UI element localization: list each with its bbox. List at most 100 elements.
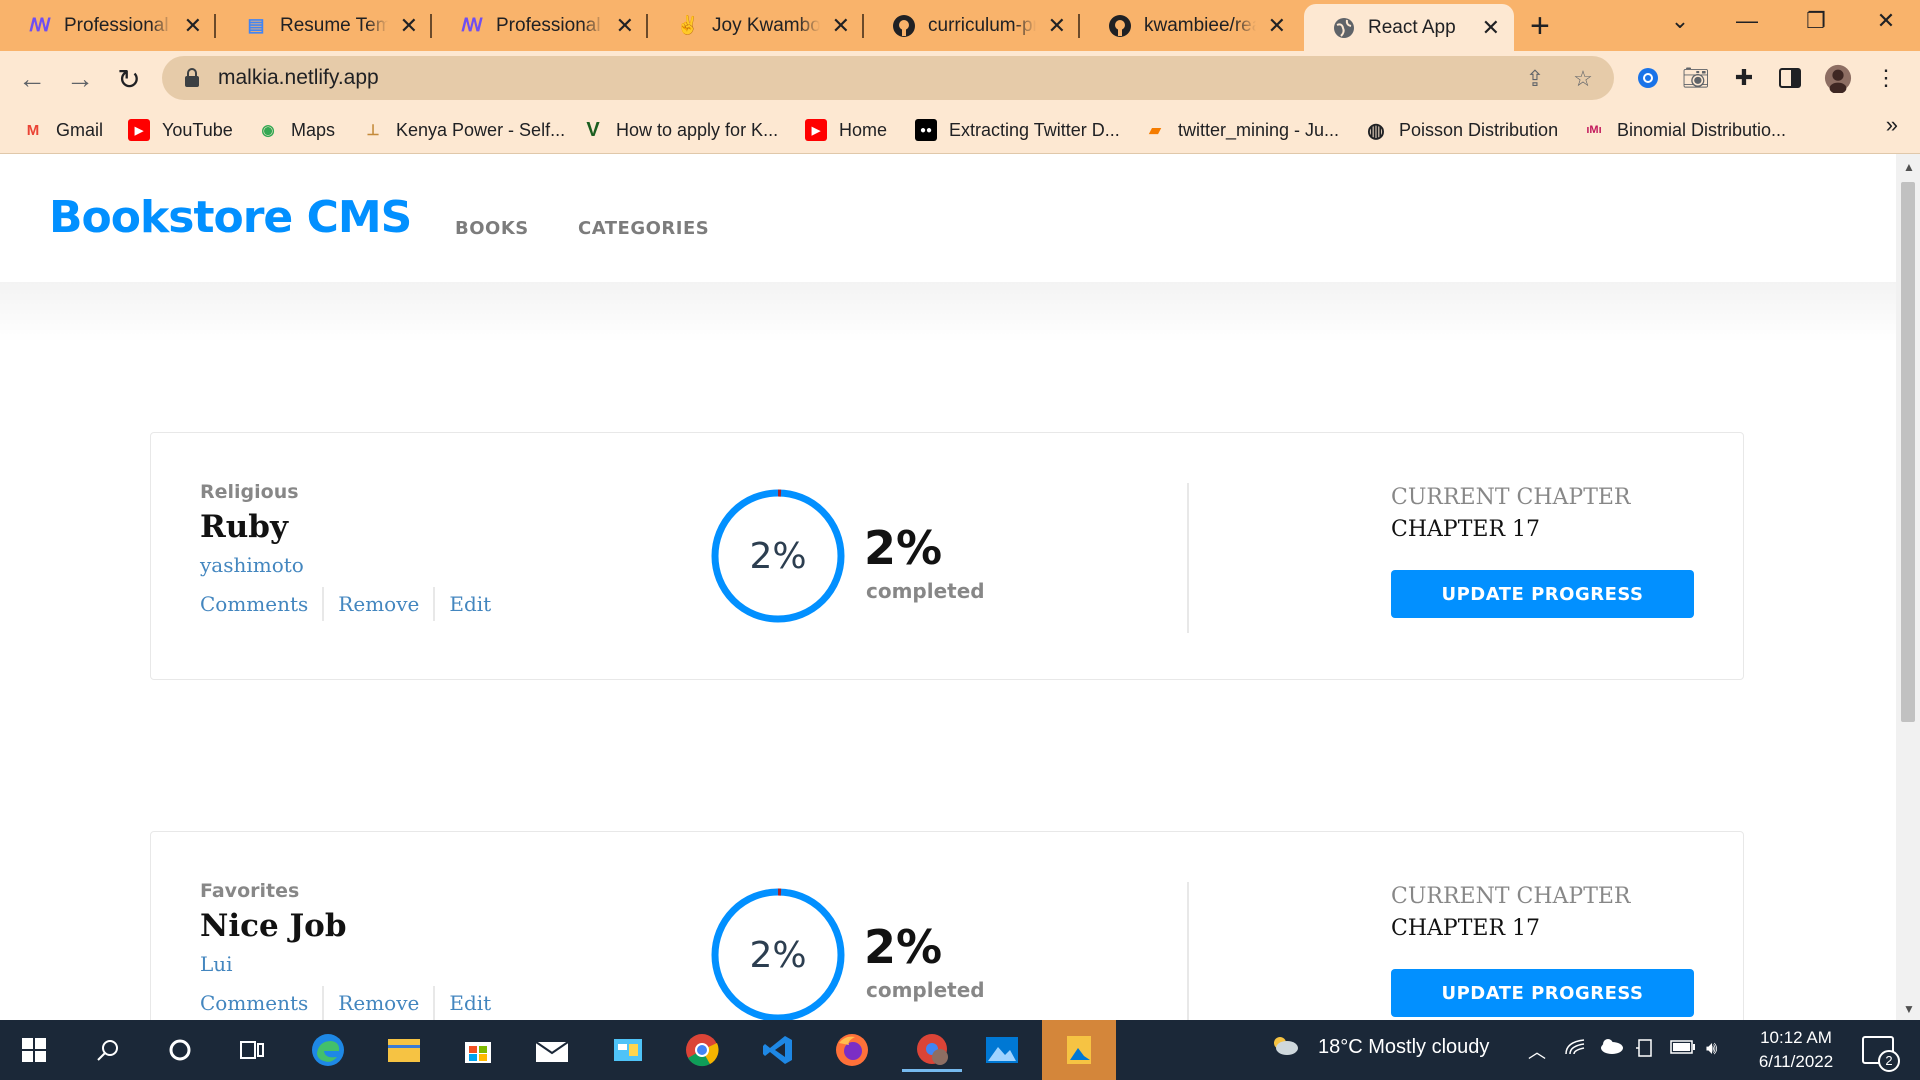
cortana-icon[interactable]: [158, 1028, 202, 1072]
bookmark-how-to-apply[interactable]: V How to apply for K...: [582, 116, 778, 144]
bookmark-gmail[interactable]: M Gmail: [22, 116, 103, 144]
browser-tab[interactable]: curriculum-pro ✕: [864, 0, 1080, 51]
battery-icon[interactable]: [1670, 1038, 1696, 1059]
share-icon[interactable]: ⇪: [1522, 66, 1548, 92]
reload-icon[interactable]: ↻: [113, 63, 145, 95]
forward-arrow-icon[interactable]: →: [64, 63, 96, 95]
firefox-icon[interactable]: [830, 1028, 874, 1072]
volume-icon[interactable]: 🔊︎: [1706, 1038, 1717, 1059]
edit-button[interactable]: Edit: [449, 987, 491, 1019]
close-icon[interactable]: ✕: [1048, 14, 1066, 37]
update-progress-button[interactable]: UPDATE PROGRESS: [1391, 969, 1694, 1017]
bookmarks-overflow-icon[interactable]: »: [1886, 112, 1898, 138]
close-icon[interactable]: ✕: [616, 14, 634, 37]
book-actions: Comments Remove Edit: [200, 986, 491, 1020]
github-icon: [1108, 14, 1132, 38]
address-bar[interactable]: malkia.netlify.app ⇪ ☆: [162, 56, 1614, 100]
browser-tab[interactable]: ꟿ Professional Sk ✕: [0, 0, 216, 51]
update-progress-button[interactable]: UPDATE PROGRESS: [1391, 570, 1694, 618]
device-icon[interactable]: [1636, 1038, 1654, 1063]
bookmark-star-icon[interactable]: ☆: [1570, 66, 1596, 92]
profile-avatar[interactable]: [1824, 64, 1852, 93]
action-divider: [433, 986, 436, 1020]
puzzle-extensions-icon[interactable]: ✚: [1730, 64, 1758, 92]
bookmark-maps[interactable]: ◉ Maps: [257, 116, 335, 144]
scrollbar-thumb[interactable]: [1901, 182, 1915, 722]
bookmark-youtube[interactable]: ▶ YouTube: [128, 116, 233, 144]
task-view-icon[interactable]: [230, 1028, 274, 1072]
cloud-weather-icon[interactable]: [1270, 1034, 1300, 1063]
book-actions: Comments Remove Edit: [200, 587, 491, 621]
comments-button[interactable]: Comments: [200, 987, 308, 1019]
progress-percent: 2%: [864, 920, 943, 974]
windows-start-icon[interactable]: [12, 1028, 56, 1072]
close-icon[interactable]: ✕: [1482, 16, 1500, 39]
bookmark-home[interactable]: ▶ Home: [805, 116, 887, 144]
wifi-icon[interactable]: [1564, 1038, 1586, 1061]
browser-tab-active[interactable]: React App ✕: [1304, 4, 1514, 51]
minimize-button[interactable]: —: [1717, 0, 1777, 42]
file-explorer-icon[interactable]: [382, 1028, 426, 1072]
photos-icon[interactable]: [980, 1028, 1024, 1072]
sticky-app-icon[interactable]: [1042, 1020, 1116, 1080]
remove-button[interactable]: Remove: [338, 588, 419, 620]
scroll-up-icon[interactable]: ▲: [1903, 160, 1915, 174]
clock-time: 10:12 AM: [1760, 1028, 1832, 1047]
edit-button[interactable]: Edit: [449, 588, 491, 620]
tab-search-icon[interactable]: ⌄: [1650, 0, 1710, 42]
bookmark-extracting-twitter[interactable]: ●● Extracting Twitter D...: [915, 116, 1120, 144]
brand-logo[interactable]: Bookstore CMS: [49, 192, 412, 243]
comments-button[interactable]: Comments: [200, 588, 308, 620]
extension-circle-icon[interactable]: [1634, 64, 1662, 92]
card-divider: [1187, 483, 1189, 633]
book-author: Lui: [200, 952, 233, 976]
close-icon[interactable]: ✕: [1268, 14, 1286, 37]
system-clock[interactable]: 10:12 AM 6/11/2022: [1736, 1026, 1856, 1074]
progress-percent: 2%: [864, 521, 943, 575]
control-panel-icon[interactable]: [606, 1028, 650, 1072]
side-panel-icon[interactable]: [1776, 64, 1804, 92]
camera-icon[interactable]: 📷︎: [1682, 64, 1710, 92]
back-arrow-icon[interactable]: ←: [16, 63, 48, 95]
close-icon[interactable]: ✕: [832, 14, 850, 37]
bookmark-twitter-mining[interactable]: ▰ twitter_mining - Ju...: [1144, 116, 1339, 144]
nav-books[interactable]: BOOKS: [455, 218, 529, 239]
close-window-button[interactable]: ✕: [1856, 0, 1916, 42]
search-icon[interactable]: [86, 1028, 130, 1072]
chrome-profile-icon[interactable]: [902, 1028, 962, 1072]
youtube-icon: ▶: [128, 119, 150, 141]
chevron-up-icon[interactable]: ︿: [1528, 1038, 1546, 1064]
windows-taskbar: 18°C Mostly cloudy ︿ 🔊︎ 10:12 AM 6/11/20…: [0, 1020, 1920, 1080]
scroll-down-icon[interactable]: ▼: [1903, 1002, 1915, 1016]
close-icon[interactable]: ✕: [400, 14, 418, 37]
chrome-icon[interactable]: [680, 1028, 724, 1072]
browser-tab[interactable]: ꟿ Professional Sk ✕: [432, 0, 648, 51]
mail-icon[interactable]: [530, 1028, 574, 1072]
current-chapter-label: CURRENT CHAPTER: [1391, 485, 1631, 510]
onedrive-icon[interactable]: [1598, 1038, 1624, 1059]
bookmark-label: Home: [839, 119, 888, 140]
gmail-icon: M: [26, 121, 40, 139]
browser-tab[interactable]: ▤ Resume Templ ✕: [216, 0, 432, 51]
bookmark-kenya-power[interactable]: ⊥ Kenya Power - Self...: [362, 116, 565, 144]
vscode-icon[interactable]: [756, 1028, 800, 1072]
book-card: Religious Ruby yashimoto Comments Remove…: [150, 432, 1744, 680]
chrome-menu-icon[interactable]: ⋮: [1872, 64, 1900, 92]
browser-tab[interactable]: ✌ Joy Kwamboka ✕: [648, 0, 864, 51]
page-scrollbar[interactable]: ▲ ▼: [1896, 154, 1920, 1020]
bookmark-poisson[interactable]: ◍ Poisson Distribution: [1365, 116, 1558, 144]
bookmark-label: Extracting Twitter D...: [949, 119, 1120, 140]
bookmark-binomial[interactable]: ıMı Binomial Distributio...: [1583, 116, 1786, 144]
tab-title: Resume Templ: [280, 14, 388, 36]
new-tab-button[interactable]: +: [1530, 6, 1550, 46]
restore-button[interactable]: ❐: [1786, 0, 1846, 42]
youtube-icon: ▶: [805, 119, 827, 141]
remove-button[interactable]: Remove: [338, 987, 419, 1019]
microsoft-store-icon[interactable]: [456, 1028, 500, 1072]
edge-icon[interactable]: [306, 1028, 350, 1072]
browser-tab[interactable]: kwambiee/reac ✕: [1080, 0, 1300, 51]
weather-text[interactable]: 18°C Mostly cloudy: [1318, 1036, 1489, 1059]
close-icon[interactable]: ✕: [184, 14, 202, 37]
completed-label: completed: [866, 978, 985, 1002]
nav-categories[interactable]: CATEGORIES: [578, 218, 709, 239]
